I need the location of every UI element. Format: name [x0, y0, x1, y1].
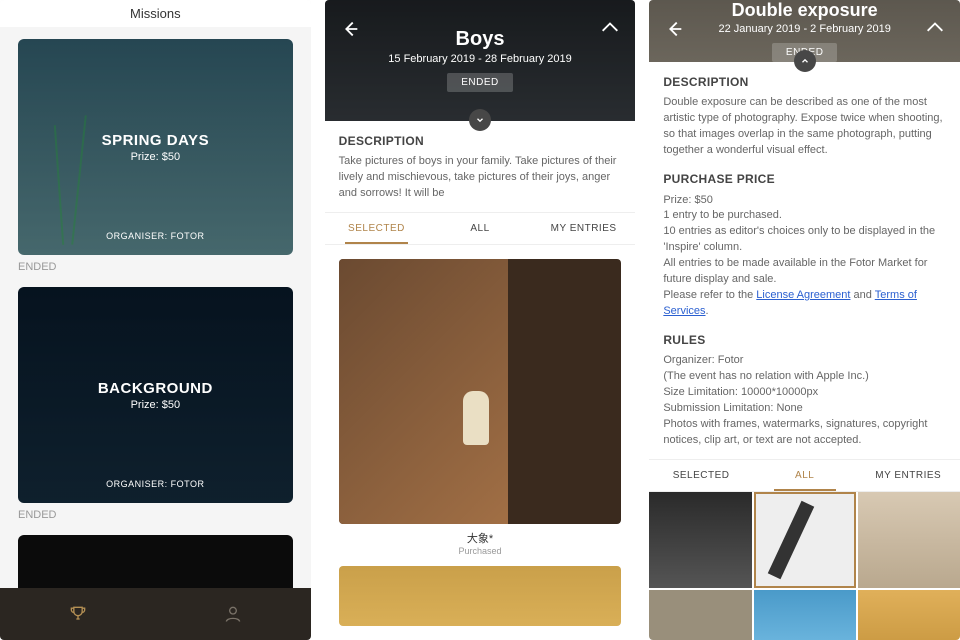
- back-button[interactable]: [339, 18, 361, 40]
- price-line: 1 entry to be purchased.: [663, 208, 946, 224]
- mission-status: ENDED: [18, 509, 293, 521]
- refer-prefix: Please refer to the: [663, 289, 756, 301]
- mission-detail-expanded: Double exposure 22 January 2019 - 2 Febr…: [649, 0, 960, 640]
- mission-hero: Boys 15 February 2019 - 28 February 2019…: [325, 0, 636, 121]
- price-line: All entries to be made available in the …: [663, 256, 946, 288]
- share-button[interactable]: [599, 18, 621, 40]
- tab-my-entries[interactable]: MY ENTRIES: [532, 213, 636, 244]
- mission-card[interactable]: SPRING DAYS Prize: $50 ORGANISER: FOTOR: [18, 39, 293, 255]
- entries-tabs: SELECTED ALL MY ENTRIES: [325, 212, 636, 245]
- tab-selected[interactable]: SELECTED: [325, 213, 429, 244]
- tab-my-entries[interactable]: MY ENTRIES: [856, 460, 960, 491]
- and-text: and: [850, 289, 874, 301]
- entry-thumbnail[interactable]: [858, 492, 960, 588]
- entry-status: Purchased: [339, 546, 622, 556]
- description-heading: DESCRIPTION: [339, 133, 622, 150]
- rules-section: RULES Organizer: Fotor (The event has no…: [649, 320, 960, 449]
- refer-line: Please refer to the License Agreement an…: [663, 288, 946, 320]
- mission-detail-collapsed: Boys 15 February 2019 - 28 February 2019…: [325, 0, 636, 640]
- entry-thumbnail[interactable]: [649, 492, 751, 588]
- mission-hero: Double exposure 22 January 2019 - 2 Febr…: [649, 0, 960, 62]
- price-line: Prize: $50: [663, 193, 946, 209]
- mission-organiser: ORGANISER: FOTOR: [106, 231, 204, 241]
- mission-dates: 15 February 2019 - 28 February 2019: [388, 53, 571, 65]
- entry-thumbnail[interactable]: [754, 590, 856, 640]
- mission-dates: 22 January 2019 - 2 February 2019: [718, 23, 890, 35]
- mission-title: BACKGROUND: [98, 380, 213, 397]
- share-icon: [599, 18, 621, 40]
- entries-gallery[interactable]: 大象* Purchased: [325, 245, 636, 640]
- arrow-left-icon: [339, 18, 361, 40]
- period: .: [706, 305, 709, 317]
- chevron-up-icon: [800, 56, 810, 66]
- rules-line: (The event has no relation with Apple In…: [663, 369, 946, 385]
- tab-all[interactable]: ALL: [753, 460, 857, 491]
- entry-thumbnail[interactable]: [339, 259, 622, 524]
- description-text: Take pictures of boys in your family. Ta…: [339, 154, 622, 202]
- bottom-tab-bar: [0, 588, 311, 640]
- mission-title: SPRING DAYS: [102, 132, 209, 149]
- entry-thumbnail[interactable]: [649, 590, 751, 640]
- mission-card[interactable]: [18, 535, 293, 595]
- entry-thumbnail[interactable]: [339, 566, 622, 626]
- collapse-toggle[interactable]: [794, 50, 816, 72]
- screen-title: Missions: [0, 0, 311, 27]
- mission-prize: Prize: $50: [131, 399, 181, 411]
- share-icon: [924, 18, 946, 40]
- entry-author: 大象*: [339, 530, 622, 546]
- description-section: DESCRIPTION Double exposure can be descr…: [649, 62, 960, 159]
- share-button[interactable]: [924, 18, 946, 40]
- rules-line: Submission Limitation: None: [663, 401, 946, 417]
- description-heading: DESCRIPTION: [663, 74, 946, 91]
- mission-title: Boys: [456, 28, 505, 51]
- trophy-icon: [68, 604, 88, 624]
- mission-organiser: ORGANISER: FOTOR: [106, 479, 204, 489]
- chevron-down-icon: [475, 115, 485, 125]
- back-button[interactable]: [663, 18, 685, 40]
- tab-missions[interactable]: [0, 588, 155, 640]
- plant-illustration: [28, 105, 108, 245]
- user-icon: [223, 604, 243, 624]
- rules-line: Organizer: Fotor: [663, 353, 946, 369]
- purchase-section: PURCHASE PRICE Prize: $50 1 entry to be …: [649, 159, 960, 320]
- description-section: DESCRIPTION Take pictures of boys in you…: [325, 121, 636, 202]
- rules-line: Size Limitation: 10000*10000px: [663, 385, 946, 401]
- price-line: 10 entries as editor's choices only to b…: [663, 224, 946, 256]
- license-link[interactable]: License Agreement: [756, 289, 850, 301]
- entries-tabs: SELECTED ALL MY ENTRIES: [649, 459, 960, 492]
- missions-scroll[interactable]: SPRING DAYS Prize: $50 ORGANISER: FOTOR …: [0, 27, 311, 640]
- tab-selected[interactable]: SELECTED: [649, 460, 753, 491]
- rules-line: Photos with frames, watermarks, signatur…: [663, 417, 946, 449]
- status-badge: ENDED: [447, 73, 513, 92]
- arrow-left-icon: [663, 18, 685, 40]
- entry-thumbnail[interactable]: [754, 492, 856, 588]
- description-text: Double exposure can be described as one …: [663, 95, 946, 159]
- tab-all[interactable]: ALL: [428, 213, 532, 244]
- purchase-heading: PURCHASE PRICE: [663, 171, 946, 188]
- expand-toggle[interactable]: [469, 109, 491, 131]
- tab-profile[interactable]: [155, 588, 310, 640]
- entry-thumbnail[interactable]: [858, 590, 960, 640]
- entries-grid[interactable]: [649, 492, 960, 640]
- mission-title: Double exposure: [732, 0, 878, 21]
- missions-list-screen: Missions SPRING DAYS Prize: $50 ORGANISE…: [0, 0, 311, 640]
- rules-heading: RULES: [663, 332, 946, 349]
- mission-card[interactable]: BACKGROUND Prize: $50 ORGANISER: FOTOR: [18, 287, 293, 503]
- mission-prize: Prize: $50: [131, 151, 181, 163]
- mission-status: ENDED: [18, 261, 293, 273]
